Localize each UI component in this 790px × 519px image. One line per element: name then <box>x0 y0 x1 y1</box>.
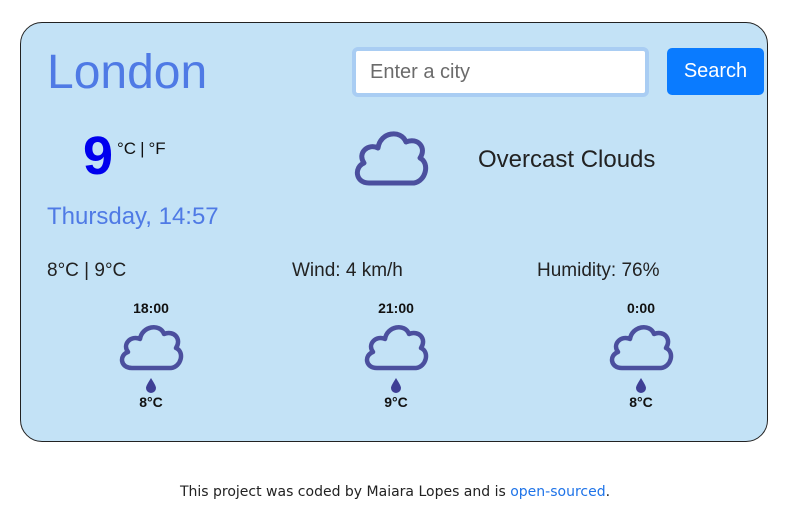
rain-cloud-icon <box>364 325 429 393</box>
fahrenheit-link[interactable]: °F <box>149 139 166 158</box>
weather-description: Overcast Clouds <box>478 146 656 173</box>
forecast-temperature: 8°C <box>139 394 163 410</box>
footer-text: This project was coded by Maiara Lopes a… <box>179 484 511 500</box>
footer: This project was coded by Maiara Lopes a… <box>0 484 790 500</box>
unit-separator: | <box>140 139 145 158</box>
search-button[interactable]: Search <box>667 48 764 95</box>
current-temperature: 9 <box>83 126 114 186</box>
forecast-temperature: 9°C <box>384 394 408 410</box>
date-time: Thursday, 14:57 <box>47 203 219 230</box>
wind-speed: Wind: 4 km/h <box>292 260 403 281</box>
rain-cloud-icon <box>119 325 184 393</box>
forecast-item: 0:00 8°C <box>601 300 681 410</box>
forecast-time: 21:00 <box>378 300 414 316</box>
footer-end: . <box>605 484 611 500</box>
open-source-link[interactable]: open-sourced <box>510 484 605 500</box>
forecast-temperature: 8°C <box>629 394 653 410</box>
forecast-time: 18:00 <box>133 300 169 316</box>
min-max-temperature: 8°C | 9°C <box>47 260 127 281</box>
celsius-link[interactable]: °C <box>117 139 136 158</box>
cloud-icon <box>354 131 429 186</box>
unit-toggle: °C | °F <box>117 139 166 159</box>
forecast-item: 21:00 9°C <box>356 300 436 410</box>
forecast-item: 18:00 8°C <box>111 300 191 410</box>
weather-card: London Search 9 °C|°F Overcast Clouds Th… <box>20 22 768 442</box>
rain-cloud-icon <box>609 325 674 393</box>
city-name: London <box>47 46 208 99</box>
humidity: Humidity: 76% <box>537 260 660 281</box>
city-search-input[interactable] <box>352 47 649 97</box>
forecast-time: 0:00 <box>626 300 656 316</box>
